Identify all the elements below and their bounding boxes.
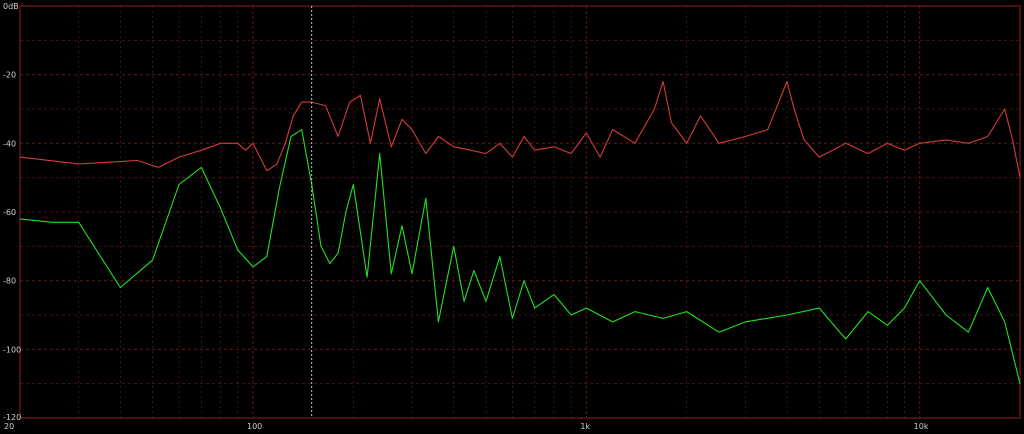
x-tick-label: 100 [247,422,262,431]
y-tick-label: -20 [3,71,16,80]
y-tick-label: -40 [3,139,16,148]
x-tick-label: 10k [914,422,929,431]
x-tick-label: 20 [4,422,14,431]
y-tick-label: -60 [3,208,16,217]
y-tick-label: -80 [3,277,16,286]
y-tick-label: -100 [3,345,21,354]
y-tick-label: -120 [3,413,21,422]
x-tick-label: 1k [580,422,590,431]
y-tick-label: 0dB [3,2,19,11]
frequency-spectrum-chart: 0dB -20 -40 -60 -80 -100 -12020 100 1k 10k [0,0,1024,434]
